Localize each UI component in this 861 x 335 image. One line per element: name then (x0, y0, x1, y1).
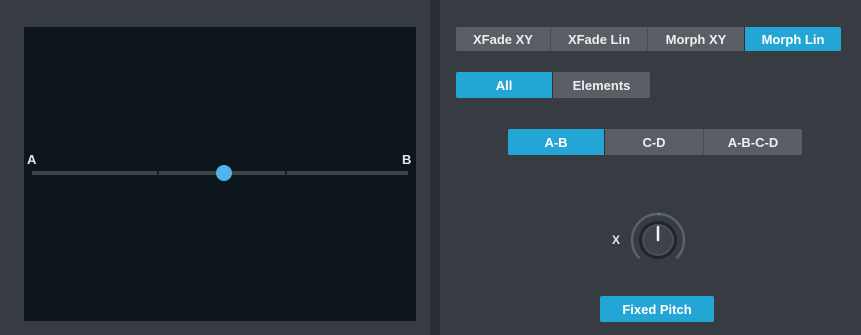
mode-tabs: XFade XY XFade Lin Morph XY Morph Lin (456, 27, 841, 51)
panel-divider (430, 0, 440, 335)
filter-tabs: All Elements (456, 72, 650, 98)
morph-settings-panel: XFade XY XFade Lin Morph XY Morph Lin Al… (440, 0, 861, 335)
x-knob-label: X (612, 233, 621, 247)
pad-label-a: A (27, 152, 37, 167)
morph-pad-panel: A B (0, 0, 430, 335)
xy-pad[interactable]: A B (24, 27, 416, 321)
tab-xfade-lin[interactable]: XFade Lin (550, 27, 647, 51)
knob-icon (630, 212, 686, 260)
tab-a-b[interactable]: A-B (508, 129, 604, 155)
tab-xfade-xy[interactable]: XFade XY (456, 27, 550, 51)
x-knob[interactable] (629, 211, 687, 269)
tab-all[interactable]: All (456, 72, 552, 98)
pair-tabs: A-B C-D A-B-C-D (508, 129, 802, 155)
tab-morph-xy[interactable]: Morph XY (647, 27, 744, 51)
track-divider (157, 171, 159, 175)
tab-morph-lin[interactable]: Morph Lin (744, 27, 841, 51)
pad-label-b: B (402, 152, 412, 167)
tab-a-b-c-d[interactable]: A-B-C-D (703, 129, 802, 155)
track-divider (285, 171, 287, 175)
tab-elements[interactable]: Elements (552, 72, 650, 98)
morph-position-handle[interactable] (216, 165, 232, 181)
fixed-pitch-button[interactable]: Fixed Pitch (600, 296, 714, 322)
tab-c-d[interactable]: C-D (604, 129, 703, 155)
